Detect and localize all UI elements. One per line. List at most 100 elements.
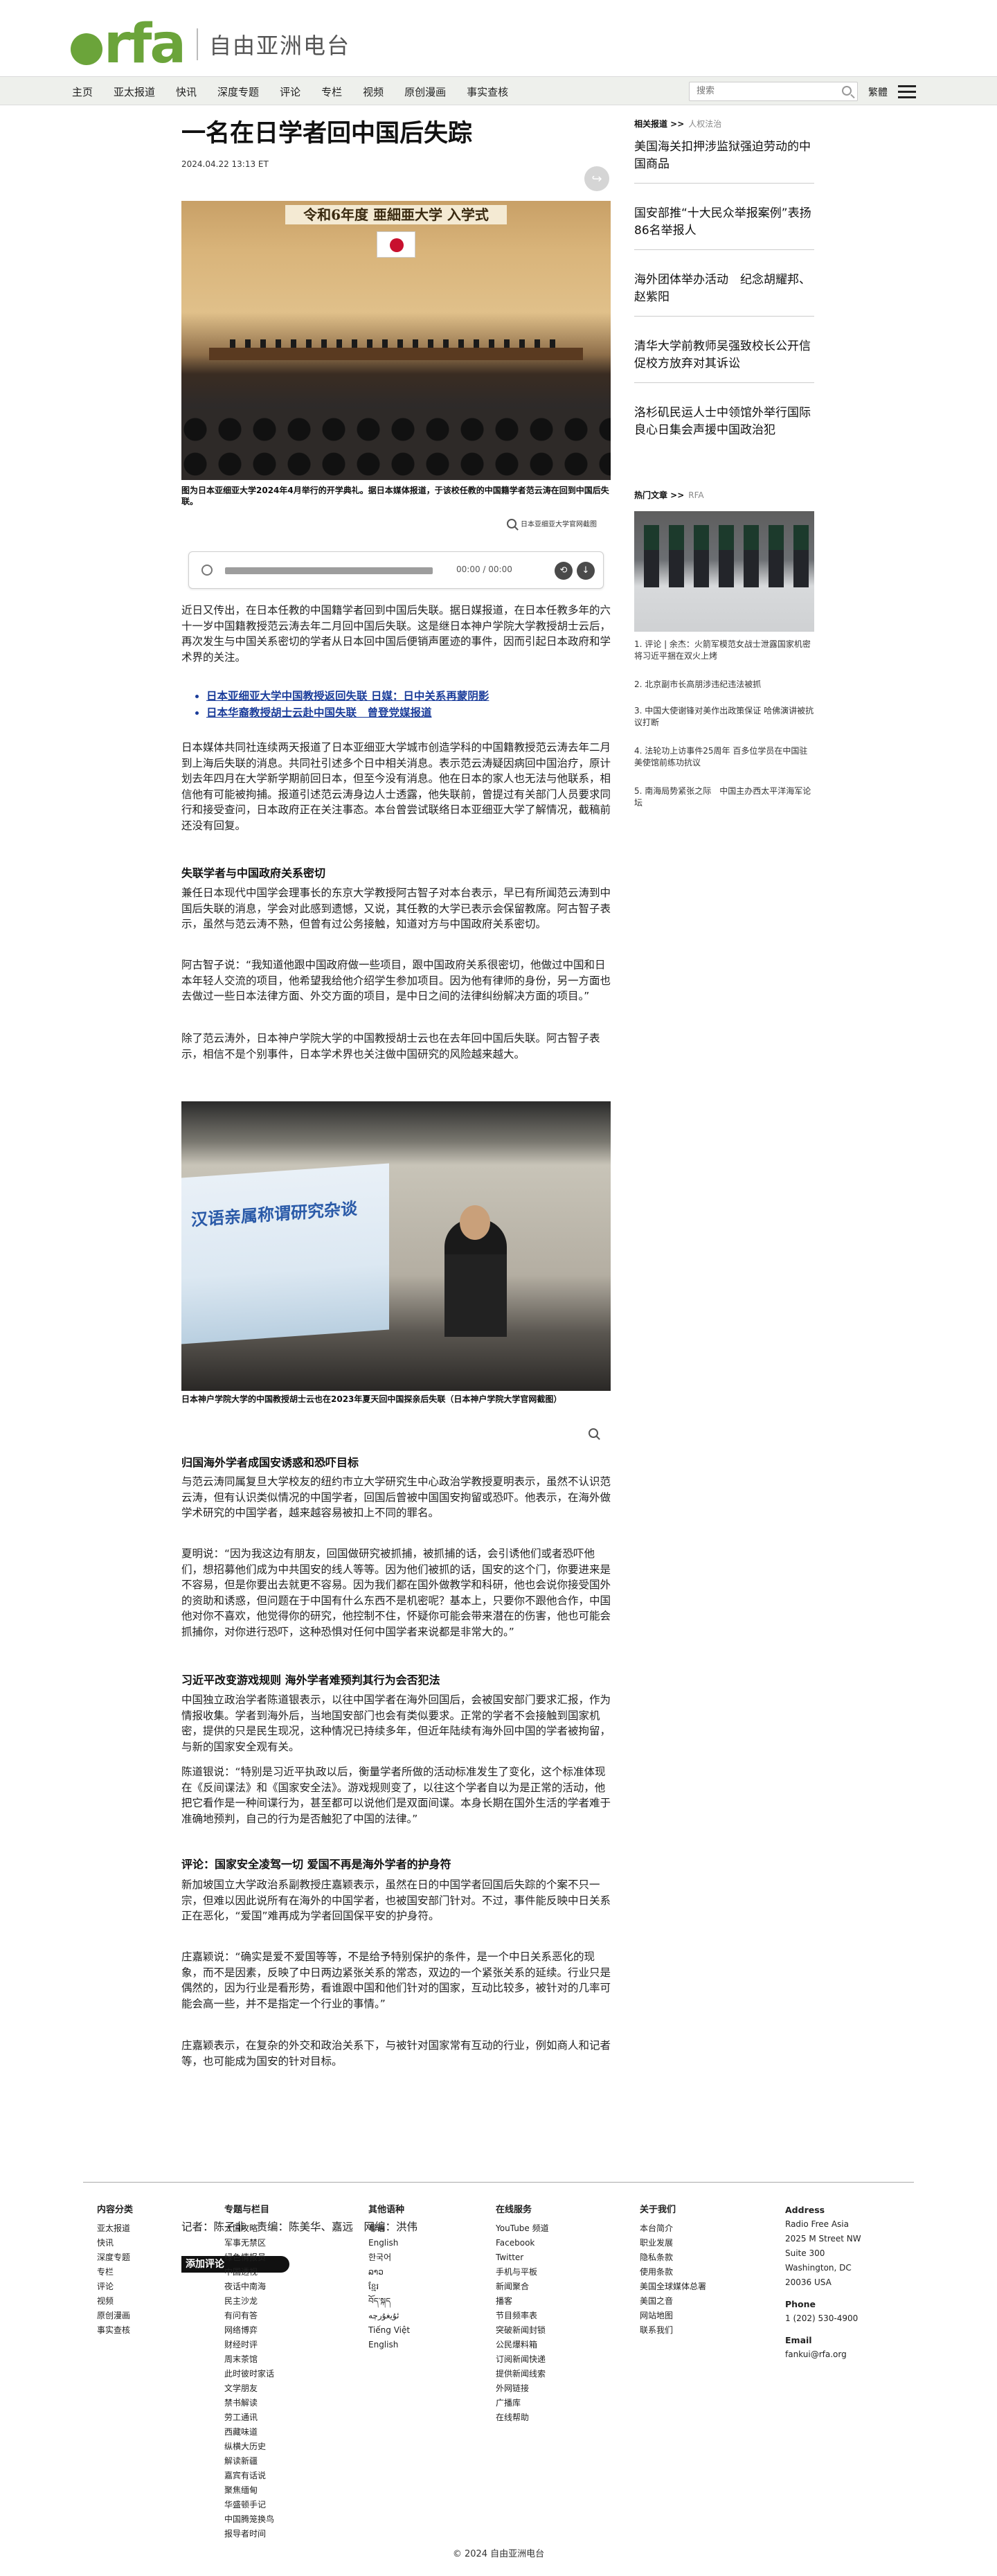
related-report-item[interactable]: 海外团体举办活动 纪念胡耀邦、赵紫阳 (634, 272, 814, 317)
inline-related-link[interactable]: 日本亚细亚大学中国教授返回失联 日媒：日中关系再蒙阴影 (206, 689, 594, 704)
footer-link[interactable]: 网站地图 (640, 2309, 706, 2323)
footer-link[interactable]: 夜话中南海 (224, 2280, 274, 2294)
nav-item-video[interactable]: 视频 (363, 85, 384, 99)
footer-language-link[interactable]: 粵语 (368, 2221, 410, 2236)
related-report-item[interactable]: 清华大学前教师吴强致校长公开信 促校方放弃对其诉讼 (634, 338, 823, 383)
footer-link[interactable]: 隐私条款 (640, 2250, 706, 2265)
related-report-item[interactable]: 国安部推“十大民众举报案例”表扬86名举报人 (634, 205, 814, 250)
footer-language-link[interactable]: 한국어 (368, 2250, 410, 2265)
audio-download-icon[interactable]: ↓ (577, 562, 595, 580)
footer-link[interactable]: 节目频率表 (496, 2309, 549, 2323)
footer-link[interactable]: 联系我们 (640, 2323, 706, 2338)
related-report-item[interactable]: 美国海关扣押涉监狱强迫劳动的中国商品 (634, 139, 814, 184)
footer-link[interactable]: 民主沙龙 (224, 2294, 274, 2309)
hot-article-item[interactable]: 4. 法轮功上访事件25周年 百多位学员在中国驻美使馆前练功抗议 (634, 745, 814, 769)
footer-link[interactable]: 专栏 (97, 2265, 133, 2280)
footer-link[interactable]: YouTube 频道 (496, 2221, 549, 2236)
footer-link[interactable]: 在线帮助 (496, 2410, 549, 2425)
nav-item-home[interactable]: 主页 (72, 85, 93, 99)
audio-loading-icon[interactable] (201, 565, 213, 576)
search-input[interactable] (690, 82, 835, 100)
inline-related-link[interactable]: 日本华裔教授胡士云赴中国失联 曾登党媒报道 (206, 705, 594, 720)
footer-link[interactable]: 深度专题 (97, 2250, 133, 2265)
footer-link[interactable]: 订阅新闻快递 (496, 2352, 549, 2367)
footer-language-link[interactable]: English (368, 2236, 410, 2250)
footer-link[interactable]: 职业发展 (640, 2236, 706, 2250)
footer-link[interactable]: 使用条款 (640, 2265, 706, 2280)
footer-link[interactable]: 解读新疆 (224, 2454, 274, 2469)
second-photo-zoom[interactable] (589, 1428, 598, 1438)
footer-link[interactable]: Twitter (496, 2250, 549, 2265)
related-report-item[interactable]: 洛杉矶民运人士中领馆外举行国际良心日集会声援中国政治犯 (634, 405, 814, 449)
nav-item-cartoons[interactable]: 原创漫画 (404, 85, 446, 99)
email-address[interactable]: fankui@rfa.org (785, 2347, 861, 2362)
footer-language-link[interactable]: Tiếng Việt (368, 2323, 410, 2338)
audio-progress-track[interactable] (225, 567, 433, 574)
footer-link[interactable]: 播客 (496, 2294, 549, 2309)
audio-speed-icon[interactable]: ⟲ (555, 562, 573, 580)
footer-language-link[interactable]: ខ្មែរ (368, 2280, 410, 2294)
nav-item-columns[interactable]: 专栏 (321, 85, 342, 99)
footer-language-link[interactable]: English (368, 2338, 410, 2352)
nav-item-asia-pacific[interactable]: 亚太报道 (114, 85, 155, 99)
footer-link[interactable]: 新闻聚合 (496, 2280, 549, 2294)
footer-link[interactable]: 中国透视 (224, 2265, 274, 2280)
hot-article-item[interactable]: 3. 中国大使谢锋对美作出政策保证 哈佛演讲被抗议打断 (634, 705, 814, 729)
search-icon[interactable] (842, 86, 852, 96)
footer-link[interactable]: 外网链接 (496, 2381, 549, 2396)
nav-item-commentary[interactable]: 评论 (280, 85, 300, 99)
hot-articles-label[interactable]: 热门文章 >> (634, 490, 684, 500)
nav-item-news-flash[interactable]: 快讯 (176, 85, 197, 99)
related-reports-tag[interactable]: 人权法治 (688, 119, 721, 129)
footer-link[interactable]: 周末茶馆 (224, 2352, 274, 2367)
footer-link[interactable]: 中国腾笼换鸟 (224, 2512, 274, 2527)
hot-article-photo[interactable] (634, 511, 814, 632)
footer-link[interactable]: 本台简介 (640, 2221, 706, 2236)
zoom-icon[interactable] (507, 518, 517, 528)
hot-article-item[interactable]: 1. 评论 | 余杰：火箭军模范女战士泄露国家机密 将习近平捆在双火上烤 (634, 639, 814, 662)
related-reports-label[interactable]: 相关报道 >> (634, 119, 684, 129)
footer-link[interactable]: 突破新闻封锁 (496, 2323, 549, 2338)
footer-link[interactable]: 报导者时间 (224, 2527, 274, 2541)
hot-articles-tag[interactable]: RFA (688, 490, 703, 500)
footer-link[interactable]: Facebook (496, 2236, 549, 2250)
footer-link[interactable]: 事实查核 (97, 2323, 133, 2338)
footer-link[interactable]: 绿色情报员 (224, 2250, 274, 2265)
footer-link[interactable]: 有问有答 (224, 2309, 274, 2323)
nav-item-fact-check[interactable]: 事实查核 (467, 85, 508, 99)
hot-article-item[interactable]: 2. 北京副市长高朋涉违纪违法被抓 (634, 679, 814, 691)
lead-photo[interactable]: 令和6年度 亜細亜大学 入学式 (181, 201, 611, 480)
hamburger-menu-icon[interactable] (898, 85, 916, 99)
footer-language-link[interactable]: བོད་སྐད (368, 2294, 410, 2309)
footer-link[interactable]: 提供新闻线索 (496, 2367, 549, 2381)
hot-article-item[interactable]: 5. 南海局势紧张之际 中国主办西太平洋海军论坛 (634, 785, 814, 809)
footer-link[interactable]: 聚焦缅甸 (224, 2483, 274, 2498)
footer-link[interactable]: 此时彼时家话 (224, 2367, 274, 2381)
footer-link[interactable]: 美国之音 (640, 2294, 706, 2309)
footer-language-link[interactable]: ئۇيغۇرچە (368, 2309, 410, 2323)
footer-link[interactable]: 广播库 (496, 2396, 549, 2410)
footer-link[interactable]: 公民爆料箱 (496, 2338, 549, 2352)
footer-link[interactable]: 原创漫画 (97, 2309, 133, 2323)
zoom-icon[interactable] (589, 1428, 598, 1438)
footer-link[interactable]: 军事无禁区 (224, 2236, 274, 2250)
rfa-logo[interactable]: rfa 自由亚洲电台 (71, 17, 350, 71)
footer-language-link[interactable]: ລາວ (368, 2265, 410, 2280)
footer-link[interactable]: 劳工通讯 (224, 2410, 274, 2425)
footer-link[interactable]: 财经时评 (224, 2338, 274, 2352)
footer-link[interactable]: 美国全球媒体总署 (640, 2280, 706, 2294)
footer-link[interactable]: 禁书解读 (224, 2396, 274, 2410)
footer-link[interactable]: 纵横大历史 (224, 2440, 274, 2454)
footer-link[interactable]: 视频 (97, 2294, 133, 2309)
footer-link[interactable]: 嘉宾有话说 (224, 2469, 274, 2483)
footer-link[interactable]: 大国攻略 (224, 2221, 274, 2236)
footer-link[interactable]: 网络博弈 (224, 2323, 274, 2338)
phone-number[interactable]: 1 (202) 530-4900 (785, 2311, 861, 2326)
footer-link[interactable]: 西藏味道 (224, 2425, 274, 2440)
footer-link[interactable]: 手机与平板 (496, 2265, 549, 2280)
footer-link[interactable]: 评论 (97, 2280, 133, 2294)
nav-item-in-depth[interactable]: 深度专题 (217, 85, 259, 99)
second-photo[interactable]: 汉语亲属称谓研究杂谈 (181, 1101, 611, 1391)
traditional-chinese-toggle[interactable]: 繁體 (868, 85, 888, 99)
share-icon[interactable]: ↪ (584, 166, 609, 191)
